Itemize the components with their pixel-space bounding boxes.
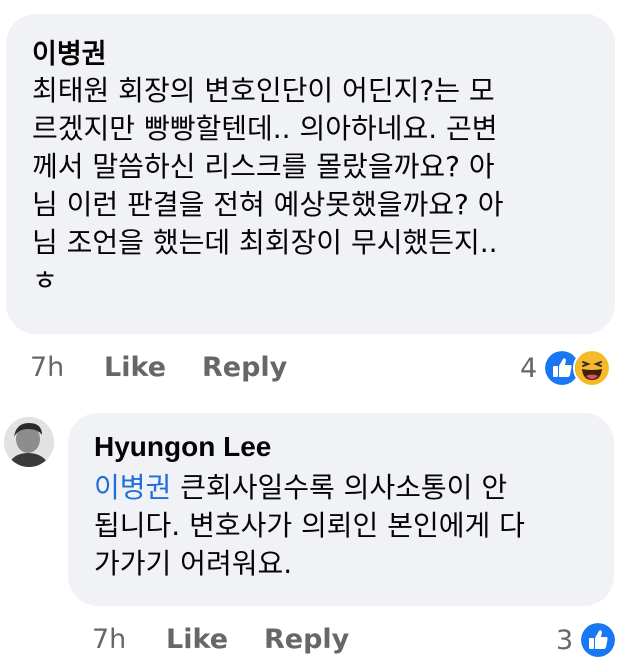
reaction-summary[interactable]: 3 [556, 621, 618, 659]
reaction-count: 3 [556, 624, 574, 656]
comment-line: 됩니다. 변호사가 의뢰인 본인에게 다 [94, 509, 525, 542]
like-icon [579, 621, 618, 659]
mention-link[interactable]: 이병권 [94, 471, 171, 504]
comment-timestamp[interactable]: 7h [30, 352, 64, 383]
comment-line: 가가기 어려워요. [94, 547, 293, 580]
haha-icon [573, 349, 612, 387]
comment-text: 최태원 회장의 변호인단이 어딘지?는 모 르겠지만 빵빵할텐데.. 의아하네요… [32, 72, 504, 300]
reply-actions: 7h Like Reply [0, 624, 640, 664]
reply-button[interactable]: Reply [264, 624, 349, 655]
comment-text: 이병권 큰회사일수록 의사소통이 안 됩니다. 변호사가 의뢰인 본인에게 다 … [94, 469, 525, 583]
comment-author[interactable]: 이병권 [32, 32, 107, 71]
reaction-summary[interactable]: 4 [520, 349, 612, 387]
reply-bubble: Hyungon Lee 이병권 큰회사일수록 의사소통이 안 됩니다. 변호사가… [68, 413, 614, 606]
comment-bubble: 이병권 최태원 회장의 변호인단이 어딘지?는 모 르겠지만 빵빵할텐데.. 의… [6, 14, 615, 334]
reply-button[interactable]: Reply [202, 352, 287, 383]
comment-line: 최태원 회장의 변호인단이 어딘지?는 모 [32, 74, 495, 107]
comment-line: 님 조언을 했는데 최회장이 무시했든지.. [32, 226, 498, 259]
comment-timestamp[interactable]: 7h [92, 624, 126, 655]
comment-line: ㅎ [32, 264, 58, 297]
avatar-image [4, 417, 54, 467]
comment-line: 르겠지만 빵빵할텐데.. 의아하네요. 곤변 [32, 112, 498, 145]
comment-line: 님 이런 판결을 전혀 예상못했을까요? 아 [32, 188, 504, 221]
avatar[interactable] [4, 417, 54, 467]
like-button[interactable]: Like [104, 352, 166, 383]
comment-line: 이병권 큰회사일수록 의사소통이 안 [94, 469, 525, 507]
comment-author[interactable]: Hyungon Lee [94, 431, 271, 463]
like-button[interactable]: Like [166, 624, 228, 655]
comment-line: 께서 말씀하신 리스크를 몰랐을까요? 아 [32, 150, 495, 183]
comment-line-rest: 큰회사일수록 의사소통이 안 [171, 471, 508, 504]
reaction-count: 4 [520, 352, 538, 384]
